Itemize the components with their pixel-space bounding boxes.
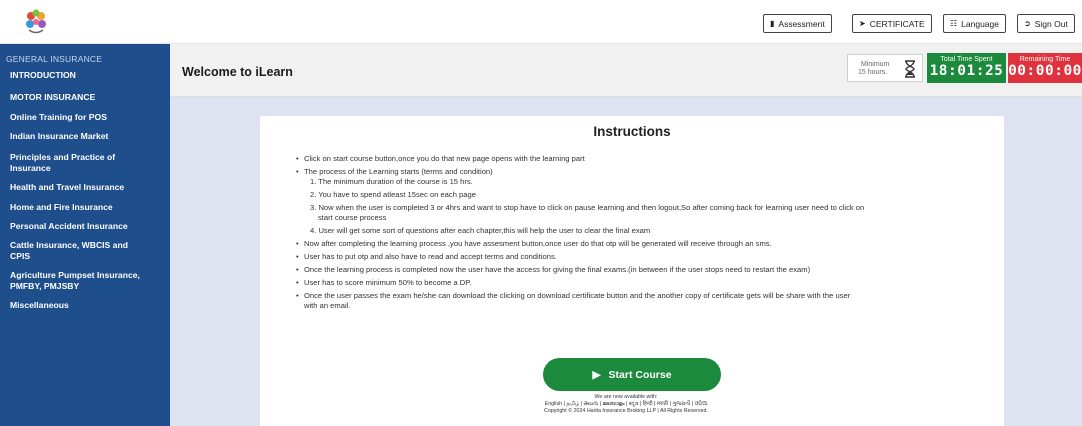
sidebar-item-personal-accident[interactable]: Personal Accident Insurance bbox=[0, 221, 138, 232]
main-content: Welcome to iLearn Minimum 15 hours. Tota… bbox=[170, 44, 1082, 426]
start-course-button[interactable]: ▶ Start Course bbox=[543, 358, 721, 391]
list-item: Once the user passes the exam he/she can… bbox=[296, 291, 996, 301]
list-item: start course process bbox=[318, 213, 387, 222]
logo-icon bbox=[26, 9, 46, 34]
sidebar-heading: GENERAL INSURANCE bbox=[6, 54, 103, 64]
total-time-value: 18:01:25 bbox=[929, 63, 1004, 79]
hourglass-icon bbox=[905, 60, 915, 78]
list-item: The process of the Learning starts (term… bbox=[296, 167, 996, 177]
list-item: User has to score minimum 50% to become … bbox=[296, 278, 996, 288]
footer: We are now available with: English | தமி… bbox=[170, 394, 1082, 415]
sidebar-item-agriculture[interactable]: Agriculture Pumpset Insurance, PMFBY, PM… bbox=[0, 270, 168, 291]
page-title: Welcome to iLearn bbox=[182, 65, 293, 79]
list-item: 2. You have to spend atleast 15sec on ea… bbox=[310, 190, 476, 199]
minimum-label: Minimum bbox=[861, 61, 890, 68]
list-item: 4. User will get some sort of questions … bbox=[310, 226, 651, 235]
sidebar-item-health-travel[interactable]: Health and Travel Insurance bbox=[0, 182, 134, 193]
minimum-hours-box: Minimum 15 hours. bbox=[847, 54, 923, 82]
remaining-time-label: Remaining Time bbox=[1019, 56, 1071, 63]
sign-out-button[interactable]: ➲ Sign Out bbox=[1017, 14, 1075, 33]
certificate-label: CERTIFICATE bbox=[869, 18, 925, 29]
instructions-panel: Instructions Click on start course butto… bbox=[260, 116, 1004, 426]
sidebar-item-indian-insurance-market[interactable]: Indian Insurance Market bbox=[0, 131, 118, 142]
sidebar-item-introduction[interactable]: INTRODUCTION bbox=[0, 70, 86, 81]
total-time-label: Total Time Spent bbox=[940, 56, 993, 63]
footer-languages[interactable]: English | தமிழ் | తెలుగు | മലയാളം | ಕನ್ನ… bbox=[170, 401, 1082, 408]
list-item: with an email. bbox=[304, 301, 351, 310]
footer-copyright: Copyright © 2024 Harita Insurance Brokin… bbox=[544, 408, 708, 414]
instructions-title: Instructions bbox=[593, 124, 671, 139]
list-item: 3. Now when the user is completed 3 or 4… bbox=[310, 203, 865, 212]
language-label: Language bbox=[961, 18, 999, 29]
footer-availability: We are now available with: bbox=[594, 394, 658, 400]
sidebar-item-online-training[interactable]: Online Training for POS bbox=[0, 112, 117, 123]
sign-out-label: Sign Out bbox=[1034, 18, 1068, 29]
folder-icon: ▮ bbox=[770, 19, 775, 28]
assessment-label: Assessment bbox=[778, 18, 825, 29]
list-item: Now after completing the learning proces… bbox=[296, 239, 996, 249]
minimum-hours: 15 hours. bbox=[858, 69, 888, 76]
assessment-button[interactable]: ▮ Assessment bbox=[763, 14, 832, 33]
certificate-button[interactable]: ➤ CERTIFICATE bbox=[852, 14, 932, 33]
remaining-time-value: 00:00:00 bbox=[1008, 63, 1082, 79]
list-item: Click on start course button,once you do… bbox=[296, 154, 996, 164]
sidebar-item-home-fire[interactable]: Home and Fire Insurance bbox=[0, 202, 123, 213]
sidebar-item-cattle-insurance[interactable]: Cattle Insurance, WBCIS and CPIS bbox=[0, 240, 160, 261]
sidebar: GENERAL INSURANCE INTRODUCTION MOTOR INS… bbox=[0, 44, 170, 426]
arrow-icon: ➤ bbox=[859, 19, 866, 28]
signout-icon: ➲ bbox=[1024, 19, 1031, 28]
sidebar-item-miscellaneous[interactable]: Miscellaneous bbox=[0, 300, 79, 311]
language-button[interactable]: ☷ Language bbox=[943, 14, 1006, 33]
sidebar-item-motor-insurance[interactable]: MOTOR INSURANCE bbox=[0, 92, 105, 103]
instructions-list: Click on start course button,once you do… bbox=[296, 154, 996, 311]
remaining-time-box: Remaining Time 00:00:00 bbox=[1008, 53, 1082, 83]
start-course-label: Start Course bbox=[608, 368, 672, 381]
sidebar-item-principles[interactable]: Principles and Practice of Insurance bbox=[0, 152, 160, 173]
list-item: User has to put otp and also have to rea… bbox=[296, 252, 996, 262]
total-time-box: Total Time Spent 18:01:25 bbox=[927, 53, 1006, 83]
header-bar: Welcome to iLearn Minimum 15 hours. Tota… bbox=[170, 44, 1082, 97]
play-icon: ▶ bbox=[592, 368, 601, 381]
top-bar: ▮ Assessment ➤ CERTIFICATE ☷ Language ➲ … bbox=[0, 0, 1082, 44]
translate-icon: ☷ bbox=[950, 19, 958, 28]
list-item: Once the learning process is completed n… bbox=[296, 265, 996, 275]
list-item: 1. The minimum duration of the course is… bbox=[310, 177, 473, 186]
